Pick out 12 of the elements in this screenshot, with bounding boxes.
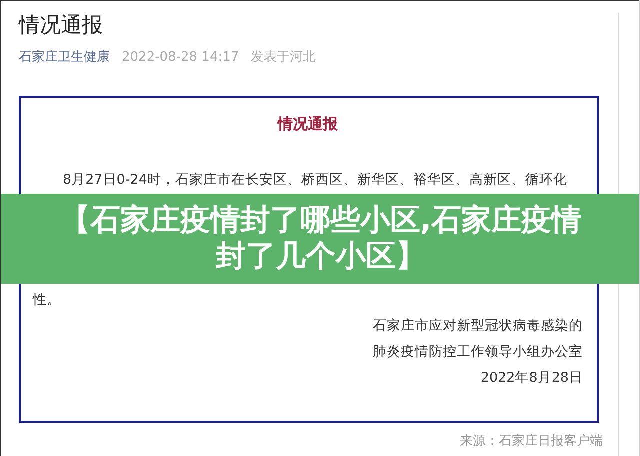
paragraph-line: 8月27日0-24时，石家庄市在长安区、桥西区、新华区、裕华区、高新区、循环化 <box>62 171 568 190</box>
banner-title: 【石家庄疫情封了哪些小区,石家庄疫情封了几个小区】 <box>59 203 583 275</box>
publish-time: 2022-08-28 14:17 <box>122 49 240 67</box>
notice-heading: 情况通报 <box>276 114 339 134</box>
signature-line: 石家庄市应对新型冠状病毒感染的 <box>373 317 583 336</box>
signature-line: 肺炎疫情防控工作领导小组办公室 <box>373 343 583 362</box>
article-title: 情况通报 <box>19 12 104 39</box>
source-credit: 来源：石家庄日报客户端 <box>460 433 603 451</box>
signature-line: 2022年8月28日 <box>480 369 583 388</box>
paragraph-line: 性。 <box>33 291 62 310</box>
publish-location: 发表于河北 <box>251 49 316 67</box>
author-link[interactable]: 石家庄卫生健康 <box>19 49 110 67</box>
